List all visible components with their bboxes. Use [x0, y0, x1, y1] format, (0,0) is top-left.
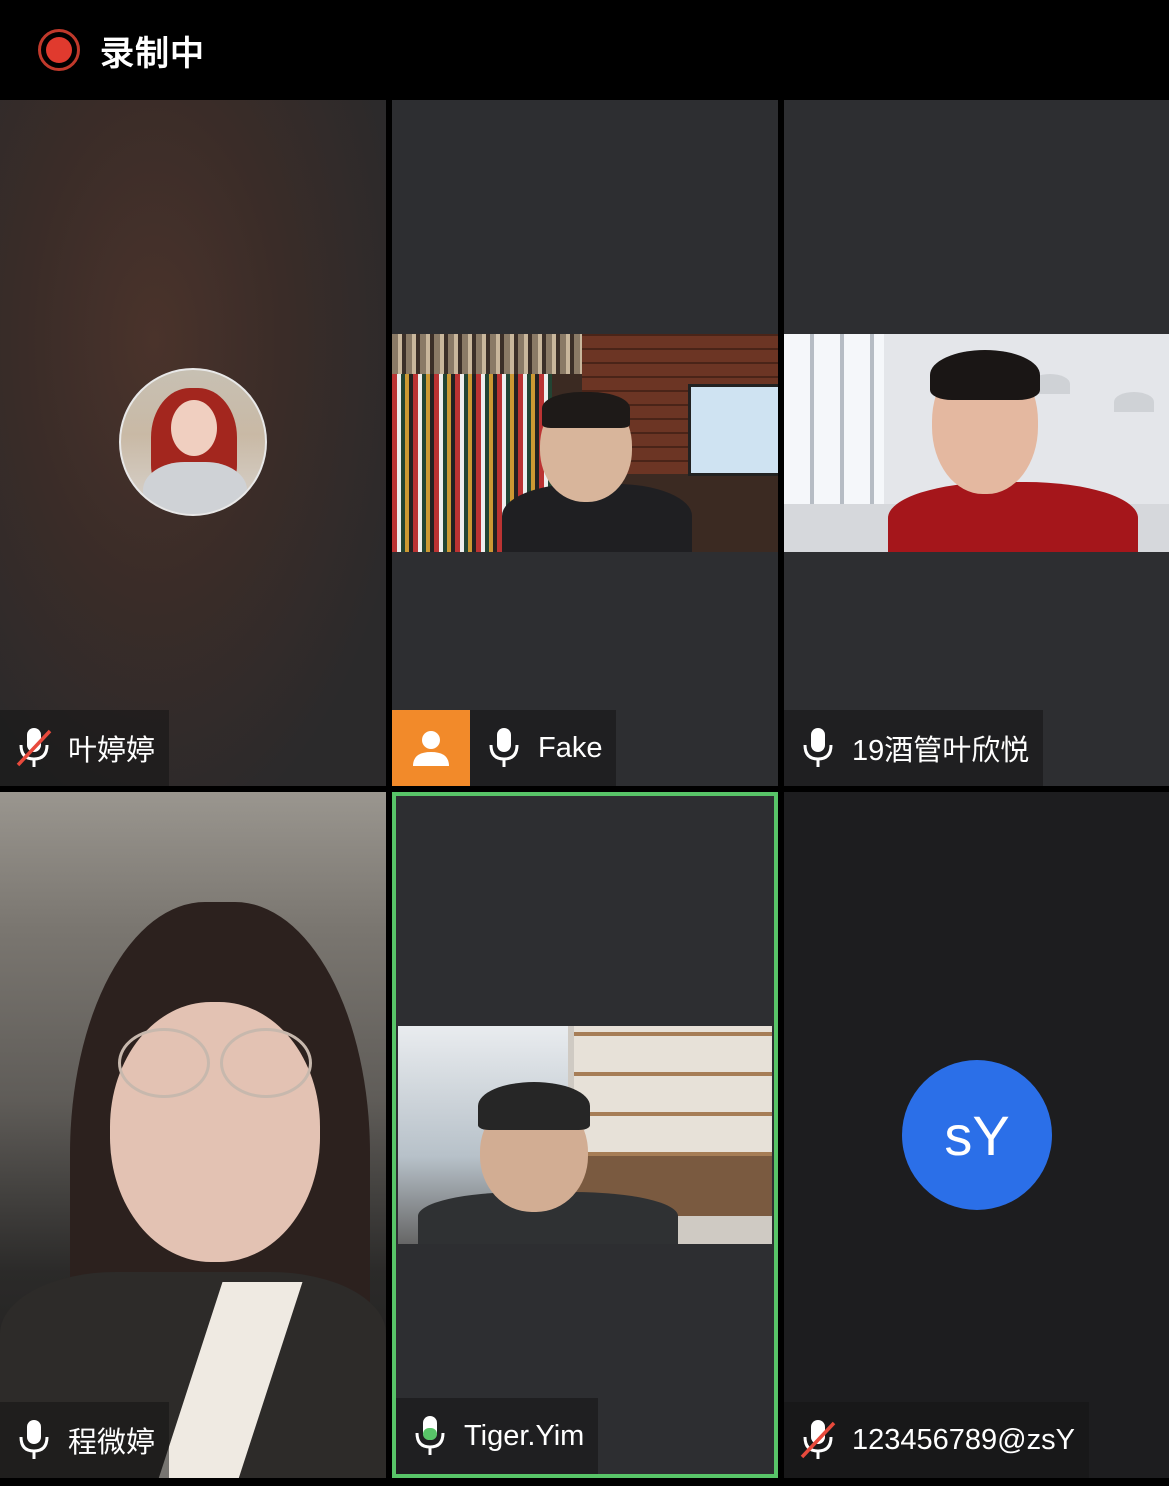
mic-icon [798, 725, 838, 771]
recording-label: 录制中 [100, 34, 205, 73]
participant-name-bar: 123456789@zsY [784, 1402, 1089, 1478]
participant-name: 叶婷婷 [68, 735, 156, 767]
mic-speaking-icon [410, 1413, 450, 1459]
mic-icon [484, 725, 524, 771]
participant-name: Tiger.Yim [464, 1419, 585, 1452]
user-icon [392, 710, 470, 786]
participant-name-bar: 程微婷 [0, 1402, 170, 1478]
participant-name-bar: 19酒管叶欣悦 [784, 710, 1044, 786]
recording-icon [38, 29, 80, 71]
mic-muted-icon [14, 725, 54, 771]
initials-avatar: sY [902, 1060, 1052, 1210]
participant-name: 123456789@zsY [852, 1423, 1075, 1456]
participant-tile[interactable]: 叶婷婷 [0, 100, 386, 786]
video-feed [392, 334, 778, 552]
participant-name-bar: Tiger.Yim [396, 1398, 599, 1474]
mic-muted-icon [798, 1417, 838, 1463]
participant-name: 19酒管叶欣悦 [852, 735, 1030, 767]
profile-avatar [119, 368, 267, 516]
participant-tile[interactable]: 19酒管叶欣悦 [784, 100, 1169, 786]
participant-name: Fake [538, 731, 603, 764]
participant-tile[interactable]: sY 123456789@zsY [784, 792, 1169, 1478]
recording-bar: 录制中 [0, 0, 1169, 100]
participant-tile[interactable]: Fake [392, 100, 778, 786]
participant-name: 程微婷 [68, 1427, 156, 1459]
mic-icon [14, 1417, 54, 1463]
participant-tile-active[interactable]: Tiger.Yim [392, 792, 778, 1478]
participant-tile[interactable]: 程微婷 [0, 792, 386, 1478]
video-feed [784, 334, 1169, 552]
video-feed [398, 1026, 772, 1244]
participant-name-bar: Fake [392, 710, 617, 786]
participant-name-bar: 叶婷婷 [0, 710, 170, 786]
